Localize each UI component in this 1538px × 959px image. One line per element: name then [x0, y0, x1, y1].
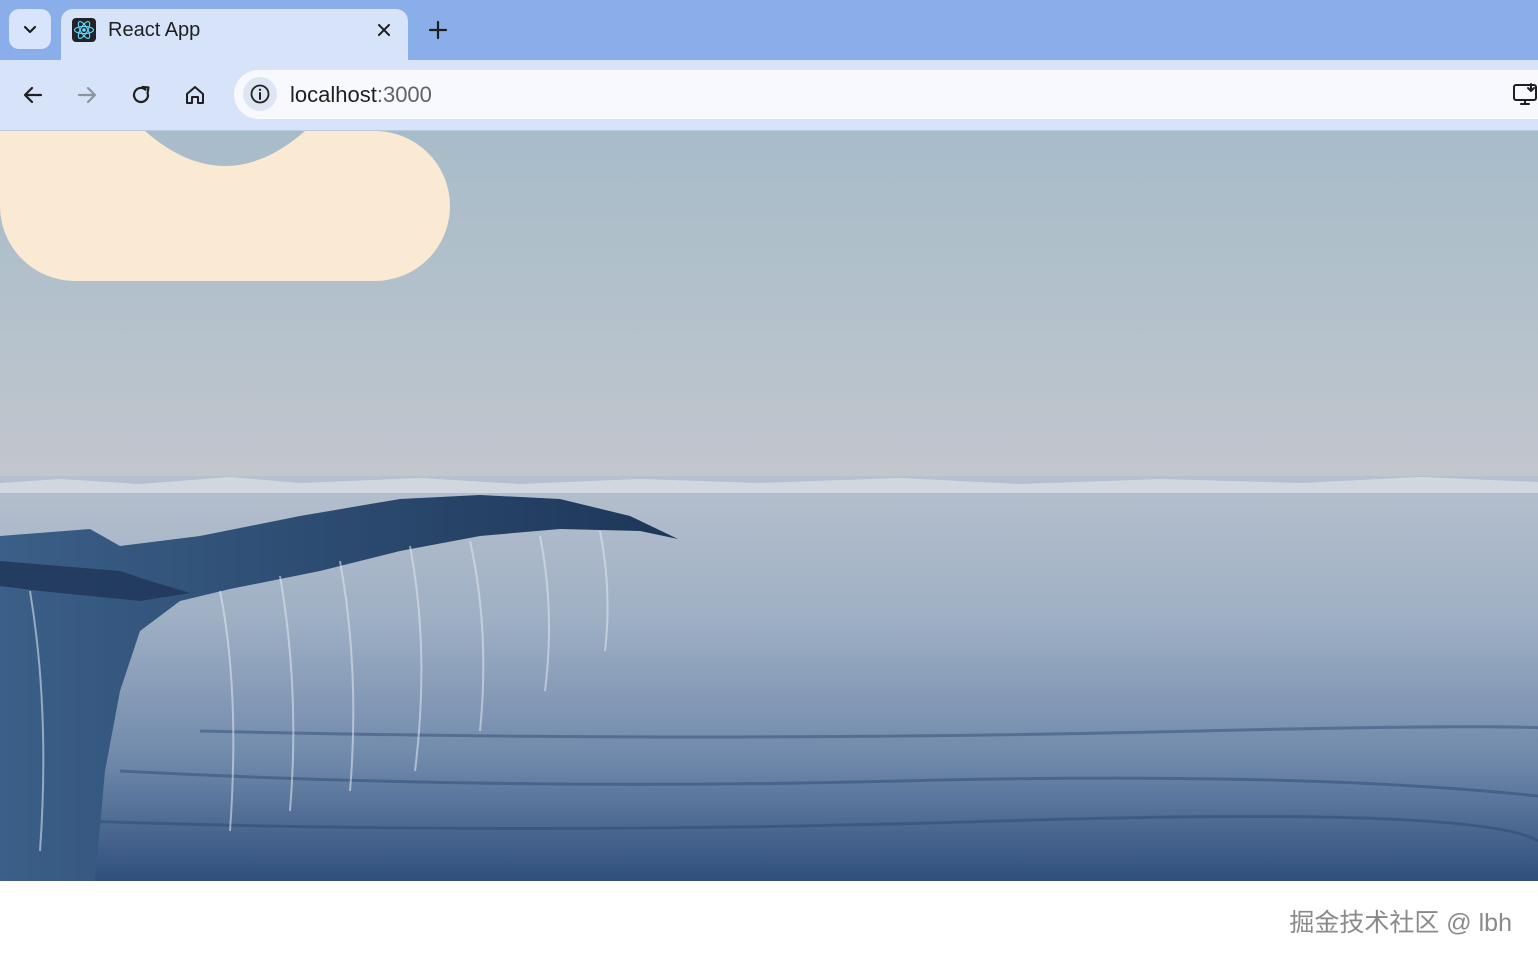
arrow-left-icon: [23, 86, 43, 104]
tab-title: React App: [108, 19, 201, 41]
page-viewport: [0, 131, 1538, 881]
decorative-cream-shape: [0, 131, 450, 281]
reload-icon: [132, 85, 150, 104]
url-host: localhost: [290, 82, 377, 107]
react-logo-icon: [72, 18, 96, 42]
install-app-button[interactable]: [1512, 82, 1538, 108]
watermark-text: 掘金技术社区 @ lbh: [1289, 909, 1512, 937]
home-icon: [186, 86, 204, 104]
url-port: :3000: [376, 82, 432, 107]
tab-close-button[interactable]: [371, 17, 397, 43]
plus-icon: [428, 20, 448, 40]
forward-button[interactable]: [71, 79, 103, 111]
install-app-icon: [1513, 83, 1537, 105]
chevron-down-icon: [23, 25, 37, 34]
browser-tab-strip: React App: [0, 0, 1538, 61]
new-tab-button[interactable]: [424, 16, 452, 44]
back-button[interactable]: [17, 79, 49, 111]
browser-toolbar: localhost:3000: [0, 60, 1538, 131]
browser-tab-active[interactable]: React App: [61, 9, 408, 61]
home-button[interactable]: [179, 79, 211, 111]
url-text[interactable]: localhost:3000: [290, 82, 432, 108]
address-bar[interactable]: localhost:3000: [234, 70, 1538, 119]
reload-button[interactable]: [125, 79, 157, 111]
close-icon: [378, 24, 390, 36]
info-icon: [250, 84, 270, 104]
site-info-button[interactable]: [243, 77, 277, 111]
tab-search-button[interactable]: [9, 9, 51, 49]
arrow-right-icon: [77, 86, 97, 104]
